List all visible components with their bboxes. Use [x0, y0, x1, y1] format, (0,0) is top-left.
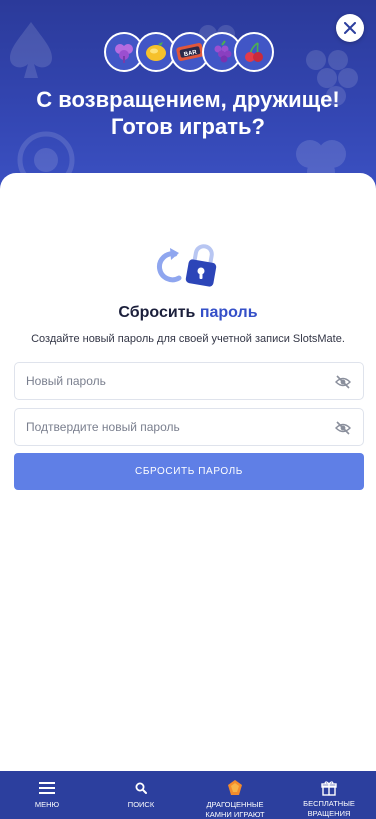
- page-subtitle: Создайте новый пароль для своей учетной …: [31, 333, 345, 345]
- slot-symbols: BAR: [104, 32, 276, 74]
- eye-off-icon[interactable]: [335, 374, 351, 390]
- close-button[interactable]: [336, 14, 364, 42]
- reset-password-panel: Сбросить пароль Создайте новый пароль дл…: [0, 173, 376, 771]
- hamburger-icon: [38, 779, 56, 797]
- hero-title-line2: Готов играть?: [111, 114, 265, 139]
- page-title: Сбросить пароль: [0, 304, 376, 322]
- hero-title: С возвращением, дружище! Готов играть?: [0, 86, 376, 140]
- new-password-field: [14, 362, 364, 400]
- gem-icon: [226, 779, 244, 797]
- reset-lock-icon: [157, 244, 217, 287]
- nav-label-free-spins: БЕСПЛАТНЫЕ ВРАЩЕНИЯ: [303, 799, 355, 819]
- close-icon: [344, 22, 356, 34]
- nav-label-menu: МЕНЮ: [34, 800, 60, 809]
- title-accent: пароль: [199, 304, 258, 321]
- nav-label-gems-line2: КАМНИ ИГРАЮТ: [205, 810, 265, 819]
- nav-label-gems-line1: ДРАГОЦЕННЫЕ: [206, 800, 264, 809]
- nav-item-menu[interactable]: МЕНЮ: [0, 771, 94, 819]
- cherry-icon: [234, 32, 274, 72]
- hero-title-line1: С возвращением, дружище!: [36, 87, 340, 112]
- title-prefix: Сбросить: [118, 304, 196, 321]
- nav-item-gems[interactable]: ДРАГОЦЕННЫЕ КАМНИ ИГРАЮТ: [188, 771, 282, 819]
- nav-label-spins-line1: БЕСПЛАТНЫЕ: [303, 799, 355, 808]
- new-password-input[interactable]: [15, 363, 315, 399]
- nav-item-free-spins[interactable]: БЕСПЛАТНЫЕ ВРАЩЕНИЯ: [282, 771, 376, 819]
- spade-decor-icon: [10, 22, 52, 78]
- reset-password-button[interactable]: СБРОСИТЬ ПАРОЛЬ: [14, 453, 364, 490]
- confirm-password-field: [14, 408, 364, 446]
- hero-banner: BAR С возвращением, дружище! Готов играт…: [0, 0, 376, 200]
- nav-label-search: ПОИСК: [127, 800, 155, 809]
- confirm-password-input[interactable]: [15, 409, 315, 445]
- search-icon: [132, 779, 150, 797]
- nav-label-gems: ДРАГОЦЕННЫЕ КАМНИ ИГРАЮТ: [205, 800, 264, 819]
- nav-item-search[interactable]: ПОИСК: [94, 771, 188, 819]
- gift-icon: [320, 779, 338, 796]
- nav-label-spins-line2: ВРАЩЕНИЯ: [307, 809, 351, 818]
- eye-off-icon[interactable]: [335, 420, 351, 436]
- bottom-nav: МЕНЮ ПОИСК ДРАГОЦЕННЫЕ КАМНИ ИГРАЮТ БЕСП…: [0, 771, 376, 819]
